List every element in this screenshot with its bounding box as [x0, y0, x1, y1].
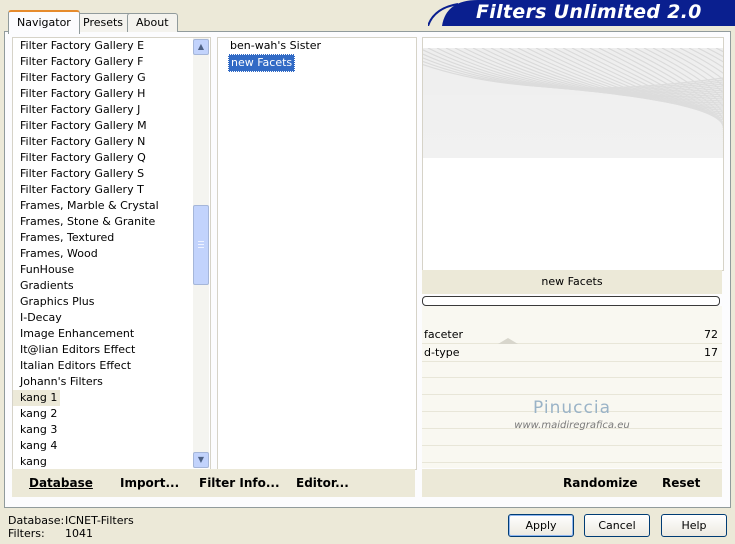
category-item[interactable]: Filter Factory Gallery T	[13, 182, 210, 198]
category-item[interactable]: Gradients	[13, 278, 210, 294]
filter-name-label: new Facets	[422, 270, 722, 294]
tab-navigator[interactable]: Navigator	[8, 10, 80, 34]
param-row-empty	[422, 362, 722, 378]
apply-button[interactable]: Apply	[508, 514, 574, 537]
filter-info-button[interactable]: Filter Info...	[199, 476, 280, 490]
category-item[interactable]: Frames, Textured	[13, 230, 210, 246]
title-banner: Filters Unlimited 2.0	[428, 0, 735, 26]
category-item[interactable]: Image Enhancement	[13, 326, 210, 342]
param-row-empty	[422, 379, 722, 395]
preview-image	[422, 37, 724, 271]
category-item[interactable]: kang	[13, 454, 210, 469]
filters-count-label: Filters:	[8, 527, 45, 540]
category-item[interactable]: kang 4	[13, 438, 210, 454]
category-item[interactable]: It@lian Editors Effect	[13, 342, 210, 358]
category-item[interactable]: Filter Factory Gallery Q	[13, 150, 210, 166]
filter-item[interactable]: new Facets	[228, 54, 296, 72]
list-toolbar: Database Import... Filter Info... Editor…	[12, 469, 415, 497]
parameter-panel: faceter 72 d-type 17 Pinuccia www.maidir…	[422, 306, 722, 468]
category-item[interactable]: Frames, Stone & Granite	[13, 214, 210, 230]
param-label: d-type	[424, 346, 460, 359]
import-button[interactable]: Import...	[120, 476, 179, 490]
scroll-down-button[interactable]: ▼	[193, 452, 209, 468]
database-button[interactable]: Database	[29, 476, 93, 490]
category-item[interactable]: kang 3	[13, 422, 210, 438]
param-value: 17	[704, 346, 718, 359]
scroll-thumb[interactable]	[193, 205, 209, 285]
category-item[interactable]: Filter Factory Gallery M	[13, 118, 210, 134]
tab-about[interactable]: About	[127, 13, 178, 32]
filters-count-value: 1041	[65, 527, 93, 540]
category-item[interactable]: Filter Factory Gallery N	[13, 134, 210, 150]
category-item[interactable]: I-Decay	[13, 310, 210, 326]
param-row-empty	[422, 430, 722, 446]
category-item[interactable]: Filter Factory Gallery E	[13, 38, 210, 54]
category-scrollbar[interactable]: ▲ ▼	[193, 38, 209, 468]
tab-presets[interactable]: Presets	[74, 13, 133, 32]
app-title: Filters Unlimited 2.0	[476, 1, 702, 23]
reset-button[interactable]: Reset	[662, 476, 700, 490]
category-item[interactable]: FunHouse	[13, 262, 210, 278]
filter-item[interactable]: ben-wah's Sister	[228, 38, 323, 54]
randomize-button[interactable]: Randomize	[563, 476, 637, 490]
database-label: Database:	[8, 514, 65, 527]
category-item[interactable]: Filter Factory Gallery S	[13, 166, 210, 182]
category-item[interactable]: kang 2	[13, 406, 210, 422]
scroll-up-button[interactable]: ▲	[193, 39, 209, 55]
category-list[interactable]: Filter Factory Gallery E Filter Factory G…	[12, 37, 211, 470]
category-item[interactable]: Italian Editors Effect	[13, 358, 210, 374]
filter-list[interactable]: ben-wah's Sister new Facets	[217, 37, 417, 470]
database-value: ICNET-Filters	[65, 514, 134, 527]
tab-strip: Navigator Presets About	[0, 0, 420, 34]
preview-toolbar: Randomize Reset	[422, 469, 722, 497]
cancel-button[interactable]: Cancel	[584, 514, 650, 537]
category-item[interactable]: Filter Factory Gallery G	[13, 70, 210, 86]
progress-bar	[422, 296, 720, 306]
param-row-empty	[422, 447, 722, 463]
param-row-d-type[interactable]: d-type 17	[422, 344, 722, 362]
category-item[interactable]: Filter Factory Gallery H	[13, 86, 210, 102]
category-item[interactable]: kang 1	[13, 390, 60, 406]
category-item[interactable]: Filter Factory Gallery F	[13, 54, 210, 70]
watermark-url: www.maidiregrafica.eu	[514, 420, 630, 431]
category-item[interactable]: Frames, Wood	[13, 246, 210, 262]
category-item[interactable]: Graphics Plus	[13, 294, 210, 310]
param-label: faceter	[424, 328, 464, 341]
help-button[interactable]: Help	[661, 514, 727, 537]
category-item[interactable]: Filter Factory Gallery J	[13, 102, 210, 118]
param-row-faceter[interactable]: faceter 72	[422, 326, 722, 344]
watermark-title: Pinuccia	[533, 398, 611, 418]
preview-pattern	[423, 38, 723, 270]
category-item[interactable]: Johann's Filters	[13, 374, 210, 390]
editor-button[interactable]: Editor...	[296, 476, 349, 490]
param-value: 72	[704, 328, 718, 341]
category-item[interactable]: Frames, Marble & Crystal	[13, 198, 210, 214]
